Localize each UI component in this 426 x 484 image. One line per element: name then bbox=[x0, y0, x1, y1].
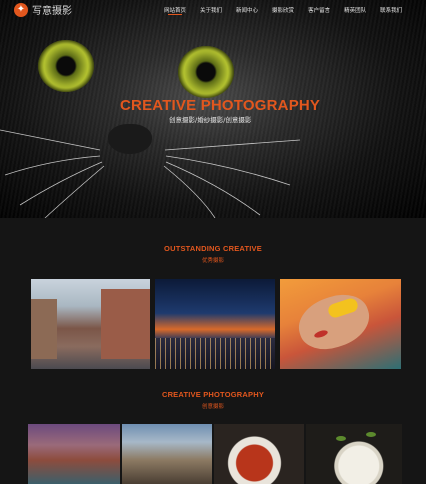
site-name: 写意摄影 bbox=[32, 6, 72, 17]
section-outstanding-heading: OUTSTANDING CREATIVE 优秀摄影 bbox=[0, 244, 426, 264]
section-creative-heading: CREATIVE PHOTOGRAPHY 创意摄影 bbox=[0, 390, 426, 410]
gallery-photo-architecture[interactable] bbox=[122, 424, 212, 484]
nav-item-news[interactable]: 新闻中心 bbox=[236, 6, 258, 14]
gallery-photo-city-dusk[interactable] bbox=[155, 279, 275, 369]
nav-item-messages[interactable]: 客户留言 bbox=[308, 6, 330, 14]
gallery-photo-food-soup[interactable] bbox=[214, 424, 304, 484]
photo-garnish-leaf bbox=[366, 432, 376, 437]
nav-item-team[interactable]: 精英团队 bbox=[344, 6, 366, 14]
photo-street-building bbox=[101, 289, 150, 359]
gallery-photo-canal[interactable] bbox=[28, 424, 120, 484]
gallery-photo-food-dumplings[interactable] bbox=[306, 424, 402, 484]
nav-item-gallery[interactable]: 摄影欣赏 bbox=[272, 6, 294, 14]
section-creative-subtitle: 创意摄影 bbox=[201, 404, 224, 410]
photo-street-building bbox=[31, 299, 57, 359]
header-bar: ✦ 写意摄影 网站首页 关于我们 新闻中心 摄影欣赏 客户留言 精英团队 联系我… bbox=[0, 0, 426, 22]
section-creative-title: CREATIVE PHOTOGRAPHY bbox=[161, 390, 265, 399]
logo-camera-icon: ✦ bbox=[14, 2, 28, 17]
nav-item-contact[interactable]: 联系我们 bbox=[380, 6, 402, 14]
gallery-photo-street[interactable] bbox=[31, 279, 150, 369]
hero-subtitle: 创意摄影/婚纱摄影/创意摄影 bbox=[169, 116, 252, 124]
photo-garnish-leaf bbox=[336, 436, 346, 441]
gallery-photo-portrait[interactable] bbox=[280, 279, 401, 369]
section-outstanding-subtitle: 优秀摄影 bbox=[201, 258, 224, 264]
photo-portrait-face bbox=[292, 287, 376, 357]
nav-item-home[interactable]: 网站首页 bbox=[164, 6, 186, 15]
site-logo[interactable]: ✦ 写意摄影 bbox=[14, 2, 72, 17]
section-outstanding-title: OUTSTANDING CREATIVE bbox=[164, 244, 262, 253]
photo-city-lights bbox=[155, 338, 275, 369]
main-nav: 网站首页 关于我们 新闻中心 摄影欣赏 客户留言 精英团队 联系我们 bbox=[164, 6, 416, 15]
nav-item-about[interactable]: 关于我们 bbox=[200, 6, 222, 14]
hero-title: CREATIVE PHOTOGRAPHY bbox=[120, 97, 321, 114]
